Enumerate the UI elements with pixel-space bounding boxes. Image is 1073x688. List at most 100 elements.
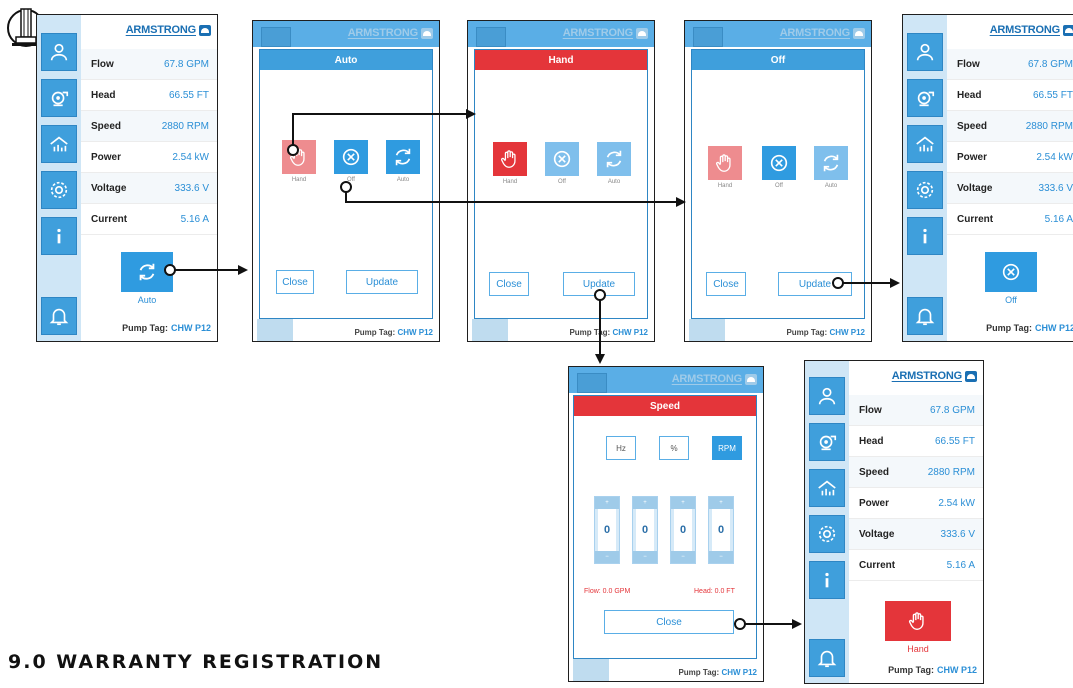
sidebar-pump-button[interactable]: [41, 79, 77, 117]
reading-label: Current: [957, 213, 994, 225]
auto-mode-button[interactable]: [121, 252, 173, 292]
close-button[interactable]: Close: [706, 272, 746, 296]
user-icon: [50, 43, 68, 61]
brand-logo: ARMSTRONG: [563, 27, 648, 39]
sidebar-alarm-button[interactable]: [41, 297, 77, 335]
close-button[interactable]: Close: [276, 270, 314, 294]
mode-popup: Off Hand Off Auto Close Update: [691, 49, 865, 319]
popup-title: Hand: [475, 50, 647, 70]
reading-value: 333.6 V: [174, 182, 209, 194]
off-icon: [1002, 263, 1020, 281]
sidebar-trend-button[interactable]: [809, 469, 845, 507]
increment-button[interactable]: +: [709, 497, 733, 509]
brand-mark-icon: [965, 370, 977, 382]
update-button[interactable]: Update: [778, 272, 852, 296]
digit-stepper[interactable]: +0−: [632, 496, 658, 564]
hand-option-button[interactable]: [493, 142, 527, 176]
close-button[interactable]: Close: [604, 610, 734, 634]
auto-option-button[interactable]: [814, 146, 848, 180]
sidebar-user-button[interactable]: [809, 377, 845, 415]
off-option-button[interactable]: [545, 142, 579, 176]
dimmed-sidebar-button: [693, 27, 723, 47]
reading-row: Flow 67.8 GPM: [947, 49, 1073, 80]
brand-name: ARMSTRONG: [671, 373, 743, 385]
decrement-button[interactable]: −: [595, 551, 619, 563]
reading-value: 67.8 GPM: [929, 404, 975, 416]
sidebar-trend-button[interactable]: [907, 125, 943, 163]
hand-option-label: Hand: [717, 183, 733, 189]
bell-icon: [49, 308, 69, 326]
reading-label: Power: [91, 151, 122, 163]
flow-readout: Flow: 0.0 GPM: [584, 588, 631, 595]
auto-option-button[interactable]: [386, 140, 420, 174]
dimmed-alarm-button: [689, 319, 725, 341]
hand-mode-button[interactable]: [885, 601, 951, 641]
sidebar-user-button[interactable]: [907, 33, 943, 71]
digit-stepper[interactable]: +0−: [594, 496, 620, 564]
pump-tag-label: Pump Tag:: [354, 328, 396, 337]
pump-tag: Pump Tag: CHW P12: [786, 328, 865, 337]
sidebar-info-button[interactable]: [907, 217, 943, 255]
off-option-button[interactable]: [762, 146, 796, 180]
sidebar-pump-button[interactable]: [907, 79, 943, 117]
mode-status-label: Off: [1005, 295, 1017, 305]
decrement-button[interactable]: −: [709, 551, 733, 563]
mode-popup: Auto Hand Off Auto Close Update: [259, 49, 433, 319]
decrement-button[interactable]: −: [633, 551, 657, 563]
sidebar-settings-button[interactable]: [41, 171, 77, 209]
reading-label: Power: [859, 497, 890, 509]
dimmed-footer: Pump Tag: CHW P12: [468, 319, 654, 341]
hand-icon: [908, 612, 924, 630]
digit-stepper[interactable]: +0−: [670, 496, 696, 564]
off-mode-button[interactable]: [985, 252, 1037, 292]
auto-option-button[interactable]: [597, 142, 631, 176]
close-button[interactable]: Close: [489, 272, 529, 296]
sidebar-trend-button[interactable]: [41, 125, 77, 163]
update-button[interactable]: Update: [346, 270, 418, 294]
unit-percent-button[interactable]: %: [659, 436, 689, 460]
sidebar-pump-button[interactable]: [809, 423, 845, 461]
off-option-button[interactable]: [334, 140, 368, 174]
pump-tag: Pump Tag: CHW P12: [354, 328, 433, 337]
header: ARMSTRONG: [81, 15, 217, 45]
hand-option-button[interactable]: [282, 140, 316, 174]
sidebar-user-button[interactable]: [41, 33, 77, 71]
reading-row: Current 5.16 A: [81, 204, 217, 235]
reading-value: 333.6 V: [940, 528, 975, 540]
auto-option-label: Auto: [396, 177, 410, 183]
reading-value: 67.8 GPM: [1027, 58, 1073, 70]
reading-value: 5.16 A: [1044, 213, 1073, 225]
decrement-button[interactable]: −: [671, 551, 695, 563]
increment-button[interactable]: +: [633, 497, 657, 509]
increment-button[interactable]: +: [671, 497, 695, 509]
brand-mark-icon: [199, 24, 211, 36]
brand-mark-icon: [853, 27, 865, 39]
sidebar-alarm-button[interactable]: [907, 297, 943, 335]
sidebar-settings-button[interactable]: [809, 515, 845, 553]
update-button[interactable]: Update: [563, 272, 635, 296]
reading-value: 5.16 A: [180, 213, 209, 225]
reading-value: 66.55 FT: [934, 435, 975, 447]
brand-mark-icon: [745, 373, 757, 385]
reading-label: Voltage: [91, 182, 127, 194]
sidebar-info-button[interactable]: [809, 561, 845, 599]
brand-name: ARMSTRONG: [779, 27, 851, 39]
dimmed-header: ARMSTRONG: [468, 21, 654, 47]
digit-stepper[interactable]: +0−: [708, 496, 734, 564]
reading-value: 66.55 FT: [168, 89, 209, 101]
brand-mark-icon: [421, 27, 433, 39]
sidebar-settings-button[interactable]: [907, 171, 943, 209]
gear-icon: [50, 181, 68, 199]
reading-label: Voltage: [957, 182, 993, 194]
increment-button[interactable]: +: [595, 497, 619, 509]
header: ARMSTRONG: [849, 361, 983, 391]
pump-tag-value: CHW P12: [1034, 323, 1073, 333]
sidebar-alarm-button[interactable]: [809, 639, 845, 677]
hand-option-button[interactable]: [708, 146, 742, 180]
hand-icon: [290, 148, 305, 166]
unit-hz-button[interactable]: Hz: [606, 436, 636, 460]
pump-tag-label: Pump Tag:: [122, 323, 168, 333]
unit-rpm-button[interactable]: RPM: [712, 436, 742, 460]
sidebar-info-button[interactable]: [41, 217, 77, 255]
brand-mark-icon: [636, 27, 648, 39]
